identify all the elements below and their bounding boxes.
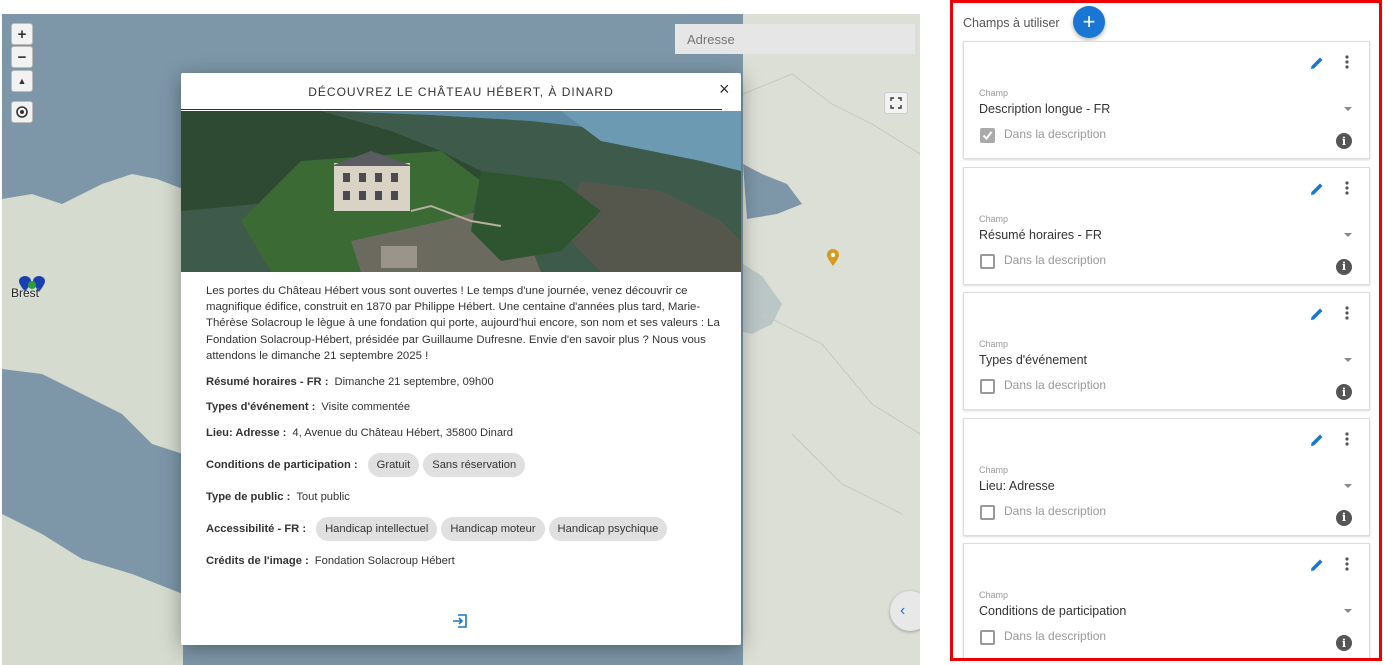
field-select-label: Champ: [979, 339, 1009, 349]
close-icon[interactable]: ×: [719, 79, 730, 100]
chevron-left-icon: ‹: [900, 602, 906, 619]
zoom-in-button[interactable]: +: [11, 23, 33, 45]
chip: Handicap psychique: [548, 517, 668, 541]
checkbox-label: Dans la description: [1004, 629, 1107, 643]
zoom-out-button[interactable]: −: [11, 46, 33, 68]
more-vert-icon[interactable]: [1344, 556, 1350, 572]
checkbox-label: Dans la description: [1004, 503, 1107, 518]
chip: Sans réservation: [423, 453, 526, 477]
popup-title: DÉCOUVREZ LE CHÂTEAU HÉBERT, À DINARD: [308, 85, 614, 99]
field-select[interactable]: Conditions de participation: [979, 604, 1126, 618]
chip: Gratuit: [367, 453, 420, 477]
pencil-icon[interactable]: [1309, 181, 1325, 197]
info-icon[interactable]: i: [1336, 509, 1352, 526]
field-card: Champ Conditions de participation Dans la …: [963, 543, 1370, 658]
row-accessibilite: Accessibilité - FR : Handicap intellectu…: [206, 517, 668, 541]
in-description-checkbox[interactable]: [980, 504, 995, 520]
row-credits: Crédits de l'image : Fondation Solacroup …: [206, 555, 455, 567]
info-icon[interactable]: i: [1336, 384, 1352, 400]
compass-north-icon[interactable]: ▲: [11, 70, 33, 92]
field-select[interactable]: Lieu: Adresse: [979, 479, 1055, 493]
more-vert-icon[interactable]: [1344, 180, 1350, 196]
city-label-brest: Brest: [11, 286, 40, 300]
chip: Handicap moteur: [441, 517, 545, 541]
field-select-label: Champ: [979, 590, 1009, 600]
row-conditions: Conditions de participation : Gratuit Sa…: [206, 453, 526, 477]
checkbox-label: Dans la description: [1004, 252, 1107, 267]
checkbox-label: Dans la description: [1004, 378, 1107, 392]
pencil-icon[interactable]: [1309, 55, 1325, 71]
field-select[interactable]: Description longue - FR: [979, 102, 1110, 116]
in-description-checkbox[interactable]: [980, 630, 995, 645]
info-icon[interactable]: i: [1336, 133, 1352, 149]
in-description-checkbox[interactable]: [980, 128, 995, 143]
caret-down-icon[interactable]: [1344, 107, 1352, 111]
panel-title: Champs à utiliser: [963, 16, 1060, 30]
event-popup: DÉCOUVREZ LE CHÂTEAU HÉBERT, À DINARD × …: [181, 73, 741, 645]
caret-down-icon[interactable]: [1344, 358, 1352, 362]
event-photo: [181, 111, 741, 272]
fullscreen-icon: [890, 97, 902, 109]
add-field-button[interactable]: +: [1073, 6, 1105, 38]
popup-description: Les portes du Château Hébert vous sont o…: [206, 285, 720, 362]
more-vert-icon[interactable]: [1344, 431, 1350, 447]
row-types: Types d'événement : Visite commentée: [206, 401, 411, 413]
crosshair-icon: [16, 106, 28, 118]
map-marker-event[interactable]: [826, 249, 840, 267]
field-card: Champ Description longue - FR Dans la desc…: [963, 41, 1370, 159]
field-select[interactable]: Types d'événement: [979, 353, 1087, 367]
checkbox-label: Dans la description: [1004, 127, 1107, 141]
field-select[interactable]: Résumé horaires - FR: [979, 228, 1102, 242]
more-vert-icon[interactable]: [1344, 305, 1350, 321]
caret-down-icon[interactable]: [1344, 232, 1352, 237]
chip: Handicap intellectuel: [316, 517, 438, 541]
open-link-button[interactable]: [452, 613, 468, 634]
pencil-icon[interactable]: [1309, 306, 1325, 322]
pencil-icon[interactable]: [1309, 432, 1325, 448]
address-search-input[interactable]: [675, 24, 915, 54]
row-horaires: Résumé horaires - FR : Dimanche 21 septem…: [206, 376, 494, 388]
login-arrow-icon: [453, 614, 467, 628]
field-card: Champ Lieu: Adresse Dans la description i: [963, 417, 1370, 536]
caret-down-icon[interactable]: [1344, 483, 1352, 488]
field-card: Champ Résumé horaires - FR Dans la descrip…: [963, 166, 1370, 285]
info-icon[interactable]: i: [1336, 635, 1352, 651]
row-public: Type de public : Tout public: [206, 491, 350, 503]
fullscreen-button[interactable]: [884, 92, 908, 114]
field-select-label: Champ: [979, 88, 1009, 98]
in-description-checkbox[interactable]: [980, 379, 995, 394]
field-select-label: Champ: [979, 464, 1009, 475]
fields-panel: Champs à utiliser + Champ Description lon…: [950, 0, 1382, 661]
row-adresse: Lieu: Adresse :4, Avenue du Château Hébe…: [206, 427, 514, 439]
more-vert-icon[interactable]: [1344, 54, 1350, 70]
check-icon: [982, 131, 993, 141]
field-select-label: Champ: [979, 213, 1009, 224]
pencil-icon[interactable]: [1309, 557, 1325, 573]
caret-down-icon[interactable]: [1344, 609, 1352, 613]
field-card: Champ Types d'événement Dans la descriptio…: [963, 292, 1370, 410]
locate-me-button[interactable]: [11, 101, 33, 123]
info-icon[interactable]: i: [1336, 258, 1352, 275]
in-description-checkbox[interactable]: [980, 253, 995, 269]
title-divider: [181, 109, 722, 110]
